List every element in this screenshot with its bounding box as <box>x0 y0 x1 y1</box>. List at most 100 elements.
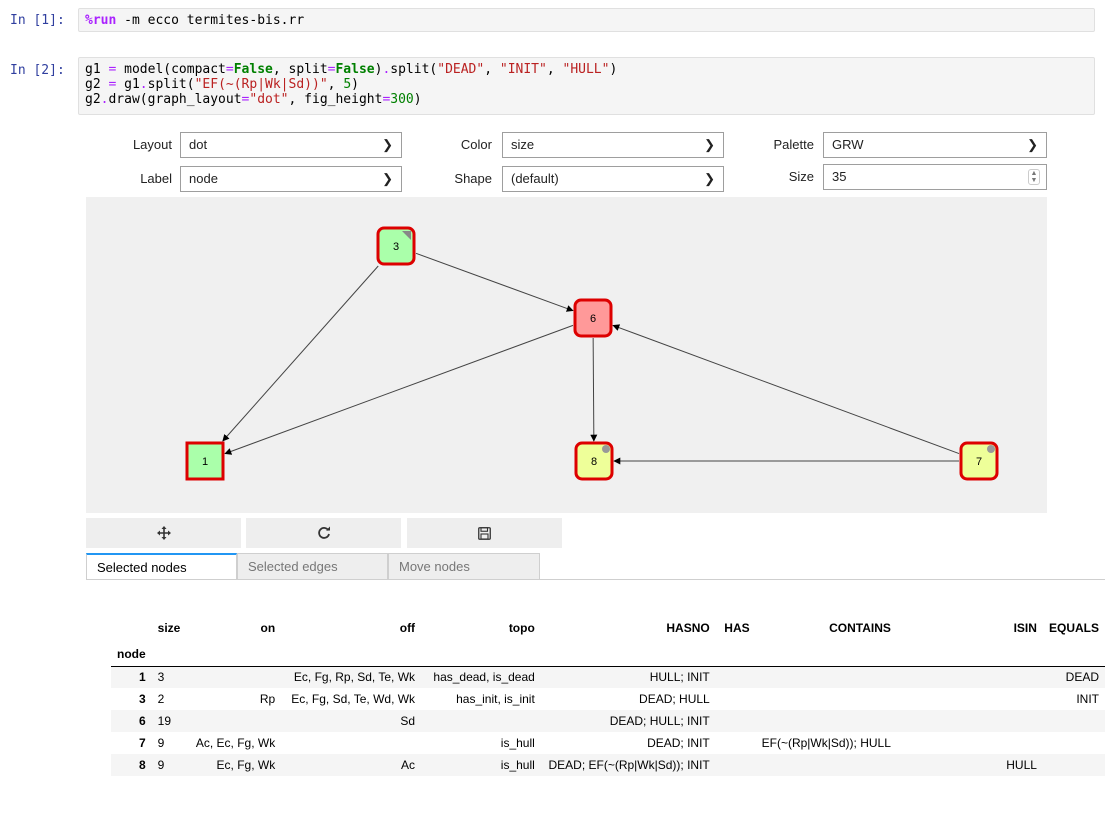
cell-off: Ec, Fg, Rp, Sd, Te, Wk <box>293 670 416 685</box>
move-button[interactable] <box>86 518 241 548</box>
color-value: size <box>511 137 535 152</box>
table-row[interactable]: 3 2 Rp Ec, Fg, Sd, Te, Wd, Wk has_init, is_i… <box>111 688 1105 710</box>
size-label: Size <box>788 169 814 184</box>
cell-contains <box>756 666 897 688</box>
cell-topo: is_hull <box>500 758 535 772</box>
spinner-icon[interactable]: ▲ ▼ <box>1028 169 1040 185</box>
chevron-down-icon: ❯ <box>1027 137 1038 152</box>
node-label: 8 <box>591 456 597 468</box>
layout-value: dot <box>189 137 208 152</box>
chevron-down-icon: ❯ <box>382 171 393 186</box>
table-row[interactable]: 6 19 Sd DEAD; HULL; INIT <box>111 710 1105 732</box>
row-index: 6 <box>138 714 146 728</box>
cell-topo: has_init, is_init <box>456 692 535 706</box>
palette-value: GRW <box>832 137 864 152</box>
column-header-on: on <box>260 621 276 635</box>
chevron-down-icon: ❯ <box>382 137 393 152</box>
graph-edge-3-1[interactable] <box>222 265 379 442</box>
cell-hasno: DEAD; EF(~(Rp|Wk|Sd)); INIT <box>548 758 710 772</box>
table-row[interactable]: 7 9 Ac, Ec, Fg, Wk is_hull DEAD; INIT EF(~(Rp… <box>111 732 1105 754</box>
palette-label: Palette <box>773 137 814 152</box>
cell-1-prompt: In [1]: <box>10 13 65 28</box>
row-index: 8 <box>138 758 146 772</box>
tab-selected-nodes[interactable]: Selected nodes <box>86 553 237 580</box>
move-icon <box>156 526 171 540</box>
cell-size: 3 <box>157 670 165 685</box>
cell-equals <box>1043 754 1105 776</box>
color-label: Color <box>460 137 492 152</box>
cell-size: 9 <box>157 758 165 772</box>
cell-equals <box>1043 710 1105 732</box>
cell-has <box>716 710 756 732</box>
index-header-fill <box>152 642 1105 666</box>
cell-on: Rp <box>259 692 276 706</box>
tab-panel-selected-nodes: size on off topo HASNO HAS CONTAINS ISIN EQUALS … <box>86 579 1105 823</box>
column-header-off: off <box>399 621 416 635</box>
cell-2-prompt: In [2]: <box>10 63 65 78</box>
layout-select[interactable]: dot ❯ <box>180 132 402 158</box>
cell-2-code[interactable]: g1 = model(compact=False, split=False).s… <box>78 57 1095 115</box>
color-select[interactable]: size ❯ <box>502 132 724 158</box>
size-value: 35 <box>832 169 847 184</box>
save-button[interactable] <box>407 518 562 548</box>
cell-on <box>186 710 281 732</box>
cell-off <box>281 732 421 754</box>
cell-contains <box>756 710 897 732</box>
column-header-has: HAS <box>724 621 750 635</box>
shape-label: Shape <box>454 171 492 186</box>
node-circle-marker <box>987 445 995 453</box>
cell-equals: INIT <box>1076 692 1099 706</box>
graph-node-8[interactable]: 8 <box>574 441 614 481</box>
column-header-hasno: HASNO <box>666 621 710 635</box>
graph-edge-6-1[interactable] <box>224 324 574 455</box>
cell-equals <box>1043 732 1105 754</box>
graph-edge-7-6[interactable] <box>612 324 960 455</box>
graph-edges <box>222 252 960 465</box>
cell-isin: HULL <box>1006 758 1037 772</box>
tab-move-nodes[interactable]: Move nodes <box>388 553 540 580</box>
graph-node-1[interactable]: 1 <box>185 441 225 481</box>
graph-edge-6-8[interactable] <box>590 337 598 442</box>
cell-isin <box>897 666 1043 688</box>
cell-contains <box>756 754 897 776</box>
column-header-contains: CONTAINS <box>829 621 891 635</box>
palette-select[interactable]: GRW ❯ <box>823 132 1047 158</box>
table-row[interactable]: 8 9 Ec, Fg, Wk Ac is_hull DEAD; EF(~(Rp|Wk|Sd… <box>111 754 1105 776</box>
node-label: 1 <box>202 456 208 468</box>
table-row[interactable]: 1 3 Ec, Fg, Rp, Sd, Te, Wk has_dead, is_dea… <box>111 666 1105 688</box>
graph-node-7[interactable]: 7 <box>959 441 999 481</box>
graph-node-3[interactable]: 3 <box>376 226 416 266</box>
graph-node-6[interactable]: 6 <box>573 298 613 338</box>
cell-contains <box>756 688 897 710</box>
chevron-down-icon: ❯ <box>704 137 715 152</box>
tab-selected-edges[interactable]: Selected edges <box>237 553 388 580</box>
cell-has <box>716 688 756 710</box>
cell-hasno: DEAD; HULL; INIT <box>609 714 710 728</box>
cell-contains: EF(~(Rp|Wk|Sd)); HULL <box>761 736 891 750</box>
cell-1-code[interactable]: %run -m ecco termites-bis.rr <box>78 8 1095 32</box>
save-icon <box>478 526 491 540</box>
chevron-down-icon: ❯ <box>704 171 715 186</box>
cell-has <box>716 754 756 776</box>
label-value: node <box>189 171 218 186</box>
graph-canvas[interactable]: 3 6 1 8 7 <box>86 197 1047 513</box>
table-header-row: size on off topo HASNO HAS CONTAINS ISIN EQUALS <box>111 614 1105 642</box>
cell-on <box>186 666 281 688</box>
shape-select[interactable]: (default) ❯ <box>502 166 724 192</box>
cell-hasno: DEAD; HULL <box>639 692 710 706</box>
cell-isin <box>897 688 1043 710</box>
cell-off: Ec, Fg, Sd, Te, Wd, Wk <box>291 692 416 706</box>
size-input[interactable]: 35 ▲ ▼ <box>823 164 1047 190</box>
cell-equals: DEAD <box>1065 670 1099 685</box>
cell-hasno: DEAD; INIT <box>647 736 710 750</box>
column-header-equals: EQUALS <box>1048 621 1099 635</box>
cell-topo: has_dead, is_dead <box>433 670 535 685</box>
node-circle-marker <box>602 445 610 453</box>
node-label: 6 <box>590 313 596 325</box>
shape-value: (default) <box>511 171 559 186</box>
cell-off: Sd <box>400 714 416 728</box>
graph-edge-3-6[interactable] <box>415 252 574 312</box>
cell-size: 19 <box>157 714 172 728</box>
label-select[interactable]: node ❯ <box>180 166 402 192</box>
refresh-button[interactable] <box>246 518 401 548</box>
